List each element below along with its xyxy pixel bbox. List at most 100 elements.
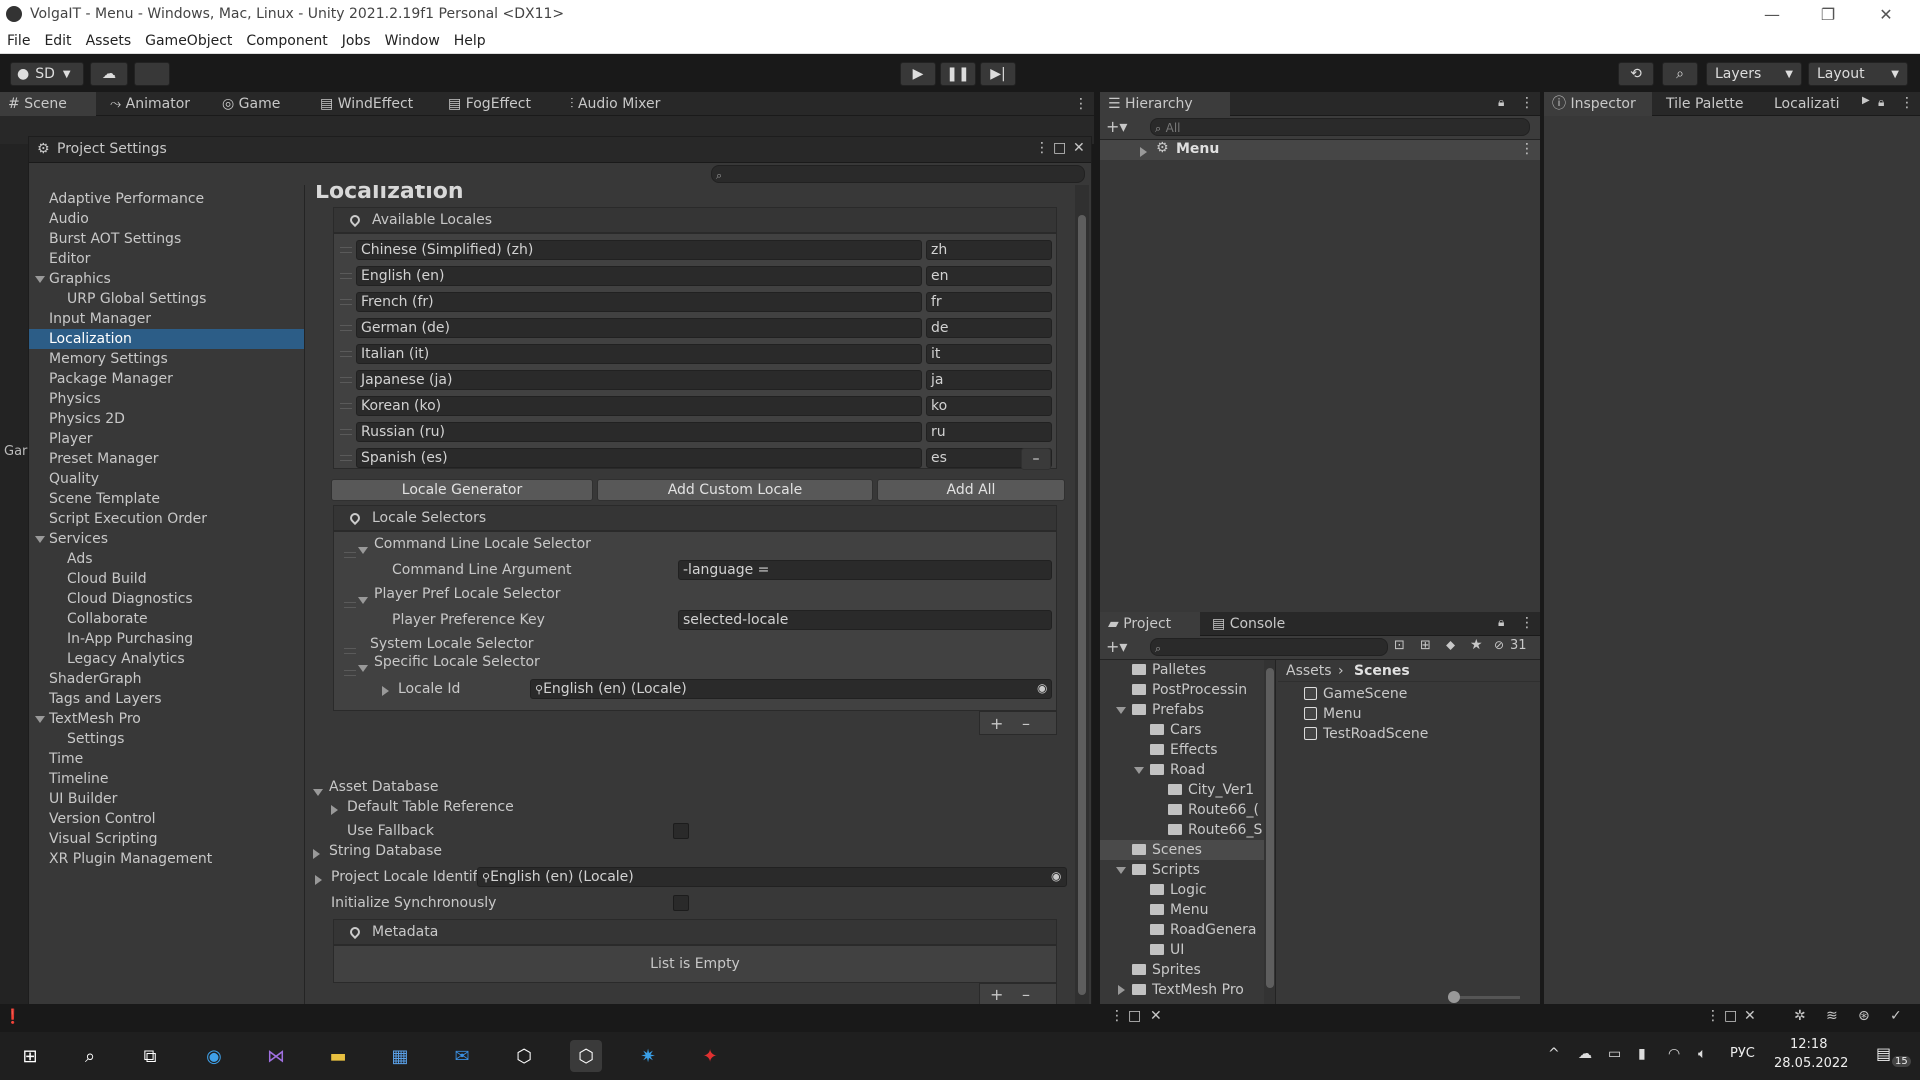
locale-name-field[interactable]: Italian (it) xyxy=(356,344,922,364)
locale-code-field[interactable]: en xyxy=(926,266,1052,286)
drag-handle-icon[interactable] xyxy=(340,273,352,279)
play-button[interactable]: ▶ xyxy=(900,62,936,86)
project-folder-item[interactable]: Palletes xyxy=(1100,660,1264,680)
maximize-icon[interactable]: □ xyxy=(1724,1008,1737,1024)
file-explorer-icon[interactable]: ▬ xyxy=(322,1040,354,1072)
meet-icon[interactable]: ▭ xyxy=(1608,1046,1621,1062)
settings-nav-item[interactable]: Legacy Analytics xyxy=(29,649,304,669)
settings-nav-item[interactable]: Package Manager xyxy=(29,369,304,389)
collapsed-triangle-icon[interactable] xyxy=(331,803,338,819)
layers-dropdown[interactable]: Layers ▼ xyxy=(1706,62,1802,86)
settings-nav-item[interactable]: Burst AOT Settings xyxy=(29,229,304,249)
tab-audio-mixer[interactable]: ⫶ Audio Mixer xyxy=(562,92,668,116)
settings-nav-item[interactable]: Cloud Build xyxy=(29,569,304,589)
project-folder-item[interactable]: TextMesh Pro xyxy=(1100,980,1264,1000)
more-options-icon[interactable]: ⋮ xyxy=(1035,140,1049,156)
locale-name-field[interactable]: French (fr) xyxy=(356,292,922,312)
unity-editor-icon[interactable]: ⬡ xyxy=(570,1040,602,1072)
store-icon[interactable]: ▦ xyxy=(384,1040,416,1072)
tab-scene[interactable]: # Scene xyxy=(0,92,96,116)
command-line-argument-input[interactable]: -language = xyxy=(678,560,1052,580)
more-options-icon[interactable]: ⋮ xyxy=(1706,1008,1720,1024)
more-options-icon[interactable]: ⋮ xyxy=(1110,1008,1124,1024)
locale-code-field[interactable]: fr xyxy=(926,292,1052,312)
mail-icon[interactable]: ✉ xyxy=(446,1040,478,1072)
onedrive-icon[interactable]: ☁ xyxy=(1578,1046,1592,1062)
scrollbar-thumb[interactable] xyxy=(1078,215,1086,995)
input-language[interactable]: РУС xyxy=(1730,1046,1755,1061)
settings-nav-item[interactable]: Audio xyxy=(29,209,304,229)
settings-nav-item[interactable]: Scene Template xyxy=(29,489,304,509)
task-view-icon[interactable]: ⧉ xyxy=(134,1040,166,1072)
settings-nav-item[interactable]: Script Execution Order xyxy=(29,509,304,529)
settings-nav-item[interactable]: Localization xyxy=(29,329,304,349)
icon-size-slider[interactable] xyxy=(1448,991,1520,1003)
breadcrumb-assets[interactable]: Assets xyxy=(1286,663,1332,679)
expand-triangle-icon[interactable] xyxy=(35,716,45,723)
close-window-button[interactable]: ✕ xyxy=(1858,0,1914,30)
drag-handle-icon[interactable] xyxy=(340,247,352,253)
project-folder-item[interactable]: Road xyxy=(1100,760,1264,780)
app-blue-icon[interactable]: ✷ xyxy=(632,1040,664,1072)
project-folder-item[interactable]: City_Ver1 xyxy=(1100,780,1264,800)
scene-file-item[interactable]: TestRoadScene xyxy=(1278,724,1540,744)
cloud-button[interactable]: ☁ xyxy=(90,62,128,86)
maximize-icon[interactable]: □ xyxy=(1053,140,1066,156)
scene-file-item[interactable]: Menu xyxy=(1278,704,1540,724)
windows-start-icon[interactable]: ⊞ xyxy=(14,1040,46,1072)
more-options-icon[interactable]: ⋮ xyxy=(1066,92,1096,116)
menu-gameobject[interactable]: GameObject xyxy=(138,30,239,52)
locale-row[interactable]: French (fr) fr xyxy=(334,290,1056,314)
hierarchy-scene-row[interactable]: ⚙ Menu ⋮ xyxy=(1100,140,1540,160)
tab-windeffect[interactable]: ▤ WindEffect xyxy=(312,92,421,116)
expand-triangle-icon[interactable] xyxy=(313,784,323,800)
locale-name-field[interactable]: Japanese (ja) xyxy=(356,370,922,390)
collapsed-triangle-icon[interactable] xyxy=(1140,145,1147,161)
locale-code-field[interactable]: de xyxy=(926,318,1052,338)
tab-hierarchy[interactable]: ☰ Hierarchy xyxy=(1100,92,1230,116)
maximize-button[interactable]: ❐ xyxy=(1800,0,1856,30)
locale-row[interactable]: Spanish (es) es xyxy=(334,446,1056,470)
network-icon[interactable]: ⊛ xyxy=(1858,1008,1870,1024)
expand-triangle-icon[interactable] xyxy=(1116,707,1126,714)
hierarchy-search-input[interactable]: ⌕ All xyxy=(1150,118,1530,136)
notification-icon[interactable]: ▤ xyxy=(1876,1044,1891,1063)
settings-nav-item[interactable]: Settings xyxy=(29,729,304,749)
settings-nav-item[interactable]: UI Builder xyxy=(29,789,304,809)
settings-nav-item[interactable]: Collaborate xyxy=(29,609,304,629)
edge-browser-icon[interactable]: ◉ xyxy=(198,1040,230,1072)
locale-row[interactable]: Italian (it) it xyxy=(334,342,1056,366)
add-all-button[interactable]: Add All xyxy=(877,479,1065,501)
tab-fogeffect[interactable]: ▤ FogEffect xyxy=(440,92,539,116)
locale-code-field[interactable]: zh xyxy=(926,240,1052,260)
label-filter-icon[interactable]: ⬥ xyxy=(1446,638,1455,653)
settings-nav-item[interactable]: Preset Manager xyxy=(29,449,304,469)
hidden-packages-icon[interactable]: ⊘ xyxy=(1494,638,1504,652)
menu-edit[interactable]: Edit xyxy=(37,30,78,52)
remove-selector-button[interactable]: – xyxy=(1022,714,1030,733)
project-folder-item[interactable]: Effects xyxy=(1100,740,1264,760)
settings-nav-item[interactable]: Memory Settings xyxy=(29,349,304,369)
settings-nav-item[interactable]: Graphics xyxy=(29,269,304,289)
minimize-button[interactable]: — xyxy=(1744,0,1800,30)
locale-row[interactable]: Japanese (ja) ja xyxy=(334,368,1056,392)
drag-handle-icon[interactable] xyxy=(340,351,352,357)
menu-component[interactable]: Component xyxy=(239,30,334,52)
menu-help[interactable]: Help xyxy=(447,30,493,52)
locale-row[interactable]: Korean (ko) ko xyxy=(334,394,1056,418)
locale-generator-button[interactable]: Locale Generator xyxy=(331,479,593,501)
expand-triangle-icon[interactable] xyxy=(358,542,368,558)
settings-nav-item[interactable]: Player xyxy=(29,429,304,449)
tab-localization[interactable]: Localizati xyxy=(1766,92,1862,116)
locale-name-field[interactable]: Russian (ru) xyxy=(356,422,922,442)
check-icon[interactable]: ✓ xyxy=(1890,1008,1902,1024)
layers-icon[interactable]: ≋ xyxy=(1826,1008,1838,1024)
lock-icon[interactable]: 🔒︎ xyxy=(1498,615,1504,630)
project-locale-identifier-field[interactable]: ⚲English (en) (Locale) xyxy=(477,867,1067,887)
tab-tile-palette[interactable]: Tile Palette xyxy=(1658,92,1751,116)
locale-name-field[interactable]: Spanish (es) xyxy=(356,448,922,468)
collapsed-triangle-icon[interactable] xyxy=(315,873,322,889)
type-filter-icon[interactable]: ⊞ xyxy=(1420,638,1431,653)
drag-handle-icon[interactable] xyxy=(340,299,352,305)
settings-nav-item[interactable]: In-App Purchasing xyxy=(29,629,304,649)
